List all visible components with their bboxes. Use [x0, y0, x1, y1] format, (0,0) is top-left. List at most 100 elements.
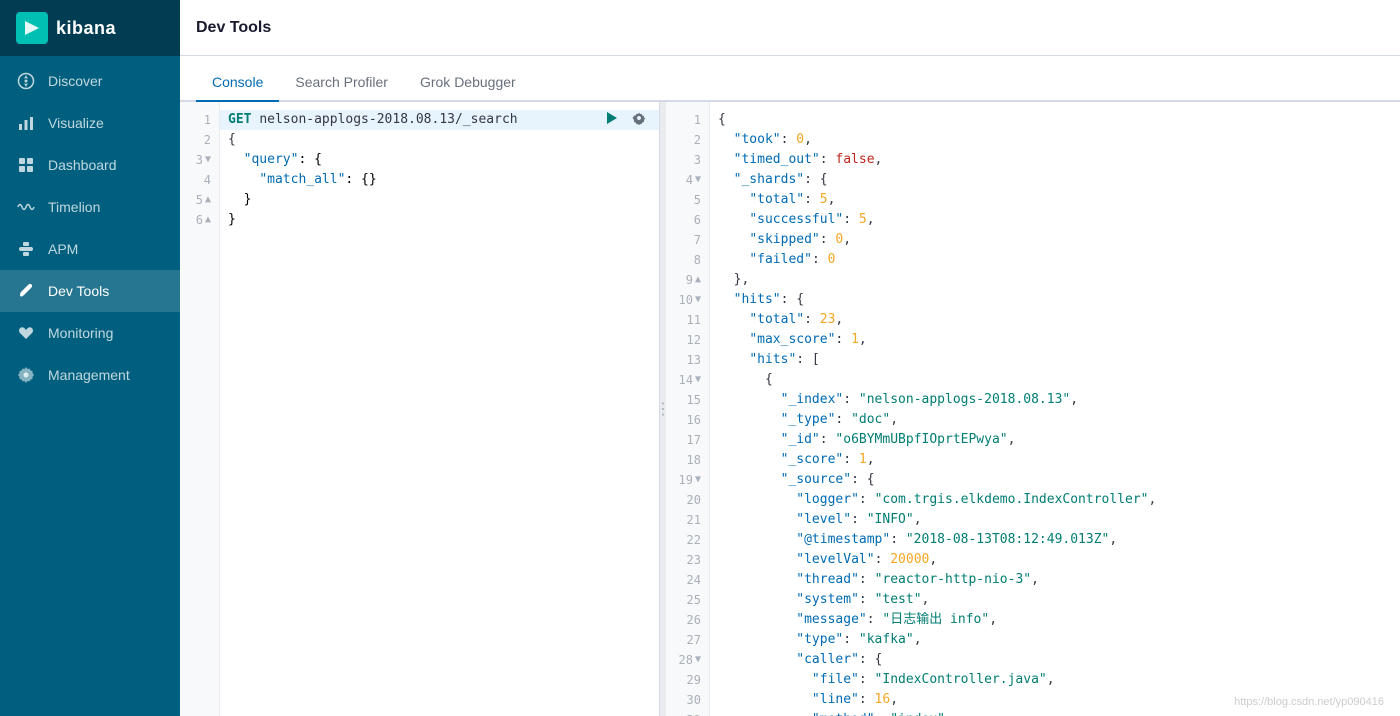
- out-line-26: "message": "日志输出 info",: [710, 610, 1400, 630]
- output-panel: 1 2 3 4▼ 5 6 7 8 9▲ 10▼ 11 12 13 14▼ 15 …: [666, 102, 1400, 716]
- heart-icon: [16, 323, 36, 343]
- out-ln-10: 10▼: [666, 290, 709, 310]
- sidebar-item-label-dashboard: Dashboard: [48, 157, 117, 173]
- sidebar-item-visualize[interactable]: Visualize: [0, 102, 180, 144]
- out-ln-19: 19▼: [666, 470, 709, 490]
- out-ln-29: 29: [666, 670, 709, 690]
- out-line-8: "failed": 0: [710, 250, 1400, 270]
- editor-container: 1 2 3▼ 4 5▲ 6▲ GET nelson-applogs-2018.0…: [180, 102, 1400, 716]
- tab-search-profiler[interactable]: Search Profiler: [279, 64, 404, 102]
- line-num-5: 5▲: [180, 190, 219, 210]
- out-ln-15: 15: [666, 390, 709, 410]
- out-ln-2: 2: [666, 130, 709, 150]
- sidebar-nav: Discover Visualize Dashboard Timelion: [0, 56, 180, 716]
- out-line-18: "_score": 1,: [710, 450, 1400, 470]
- out-line-31: "method": "index",: [710, 710, 1400, 716]
- out-ln-13: 13: [666, 350, 709, 370]
- code-line-6: }: [220, 210, 659, 230]
- out-line-24: "thread": "reactor-http-nio-3",: [710, 570, 1400, 590]
- wrench-icon: [16, 281, 36, 301]
- out-ln-16: 16: [666, 410, 709, 430]
- out-ln-17: 17: [666, 430, 709, 450]
- sidebar: kibana Discover Visualize Dashboard: [0, 0, 180, 716]
- output-line-numbers: 1 2 3 4▼ 5 6 7 8 9▲ 10▼ 11 12 13 14▼ 15 …: [666, 102, 710, 716]
- out-line-17: "_id": "o6BYMmUBpfIOprtEPwya",: [710, 430, 1400, 450]
- out-ln-14: 14▼: [666, 370, 709, 390]
- sidebar-item-management[interactable]: Management: [0, 354, 180, 396]
- code-line-1: GET nelson-applogs-2018.08.13/_search: [220, 110, 659, 130]
- out-ln-26: 26: [666, 610, 709, 630]
- editor-line-numbers: 1 2 3▼ 4 5▲ 6▲: [180, 102, 220, 716]
- gear-icon: [16, 365, 36, 385]
- logo-area[interactable]: kibana: [0, 0, 180, 56]
- sidebar-item-label-discover: Discover: [48, 73, 102, 89]
- out-ln-8: 8: [666, 250, 709, 270]
- editor-toolbar: [599, 106, 651, 130]
- out-ln-31: 31: [666, 710, 709, 716]
- line-num-4: 4: [180, 170, 219, 190]
- out-ln-20: 20: [666, 490, 709, 510]
- out-ln-11: 11: [666, 310, 709, 330]
- code-line-5: }: [220, 190, 659, 210]
- out-line-15: "_index": "nelson-applogs-2018.08.13",: [710, 390, 1400, 410]
- sidebar-item-devtools[interactable]: Dev Tools: [0, 270, 180, 312]
- sidebar-item-dashboard[interactable]: Dashboard: [0, 144, 180, 186]
- out-line-20: "logger": "com.trgis.elkdemo.IndexContro…: [710, 490, 1400, 510]
- out-ln-18: 18: [666, 450, 709, 470]
- out-line-14: {: [710, 370, 1400, 390]
- out-line-29: "file": "IndexController.java",: [710, 670, 1400, 690]
- out-line-1: {: [710, 110, 1400, 130]
- out-line-11: "total": 23,: [710, 310, 1400, 330]
- out-ln-21: 21: [666, 510, 709, 530]
- page-title: Dev Tools: [196, 19, 271, 37]
- apm-icon: [16, 239, 36, 259]
- sidebar-item-discover[interactable]: Discover: [0, 60, 180, 102]
- wave-icon: [16, 197, 36, 217]
- out-ln-1: 1: [666, 110, 709, 130]
- out-ln-7: 7: [666, 230, 709, 250]
- out-line-23: "levelVal": 20000,: [710, 550, 1400, 570]
- settings-button[interactable]: [627, 106, 651, 130]
- sidebar-item-label-monitoring: Monitoring: [48, 325, 113, 341]
- out-ln-23: 23: [666, 550, 709, 570]
- sidebar-item-label-management: Management: [48, 367, 130, 383]
- out-line-13: "hits": [: [710, 350, 1400, 370]
- out-line-25: "system": "test",: [710, 590, 1400, 610]
- sidebar-item-label-apm: APM: [48, 241, 78, 257]
- out-line-21: "level": "INFO",: [710, 510, 1400, 530]
- code-content[interactable]: GET nelson-applogs-2018.08.13/_search { …: [220, 102, 659, 716]
- out-ln-6: 6: [666, 210, 709, 230]
- line-num-1: 1: [180, 110, 219, 130]
- out-line-6: "successful": 5,: [710, 210, 1400, 230]
- tab-grok-debugger[interactable]: Grok Debugger: [404, 64, 532, 102]
- tabs-bar: Console Search Profiler Grok Debugger: [180, 56, 1400, 102]
- out-ln-28: 28▼: [666, 650, 709, 670]
- editor-lines[interactable]: 1 2 3▼ 4 5▲ 6▲ GET nelson-applogs-2018.0…: [180, 102, 659, 716]
- line-num-2: 2: [180, 130, 219, 150]
- code-line-3: "query": {: [220, 150, 659, 170]
- out-line-5: "total": 5,: [710, 190, 1400, 210]
- line-num-6: 6▲: [180, 210, 219, 230]
- code-line-2: {: [220, 130, 659, 150]
- editor-panel[interactable]: 1 2 3▼ 4 5▲ 6▲ GET nelson-applogs-2018.0…: [180, 102, 660, 716]
- out-line-4: "_shards": {: [710, 170, 1400, 190]
- sidebar-item-apm[interactable]: APM: [0, 228, 180, 270]
- main-content: Dev Tools Console Search Profiler Grok D…: [180, 0, 1400, 716]
- out-ln-12: 12: [666, 330, 709, 350]
- out-line-19: "_source": {: [710, 470, 1400, 490]
- kibana-wordmark: kibana: [56, 18, 116, 39]
- run-button[interactable]: [599, 106, 623, 130]
- line-num-3: 3▼: [180, 150, 219, 170]
- out-line-7: "skipped": 0,: [710, 230, 1400, 250]
- sidebar-item-monitoring[interactable]: Monitoring: [0, 312, 180, 354]
- code-line-4: "match_all": {}: [220, 170, 659, 190]
- out-line-22: "@timestamp": "2018-08-13T08:12:49.013Z"…: [710, 530, 1400, 550]
- grid-icon: [16, 155, 36, 175]
- header: Dev Tools: [180, 0, 1400, 56]
- out-line-16: "_type": "doc",: [710, 410, 1400, 430]
- out-ln-22: 22: [666, 530, 709, 550]
- out-line-27: "type": "kafka",: [710, 630, 1400, 650]
- sidebar-item-timelion[interactable]: Timelion: [0, 186, 180, 228]
- out-line-9: },: [710, 270, 1400, 290]
- tab-console[interactable]: Console: [196, 64, 279, 102]
